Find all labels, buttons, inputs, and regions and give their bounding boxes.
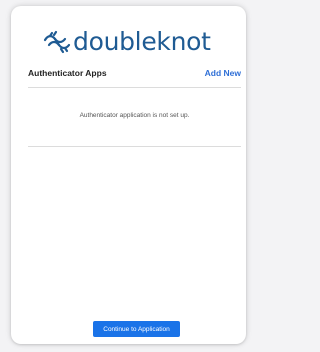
- divider: [28, 87, 241, 88]
- section-header: Authenticator Apps Add New: [28, 66, 241, 80]
- continue-to-application-button[interactable]: Continue to Application: [93, 321, 180, 337]
- brand-name: doubleknot: [73, 27, 211, 56]
- add-new-link[interactable]: Add New: [205, 68, 241, 78]
- section-title: Authenticator Apps: [28, 68, 107, 78]
- empty-state-message: Authenticator application is not set up.: [79, 112, 190, 119]
- doubleknot-logo: doubleknot: [42, 25, 211, 59]
- divider: [28, 146, 241, 147]
- authenticator-card: doubleknot Authenticator Apps Add New Au…: [11, 6, 246, 344]
- doubleknot-knot-icon: [43, 30, 71, 54]
